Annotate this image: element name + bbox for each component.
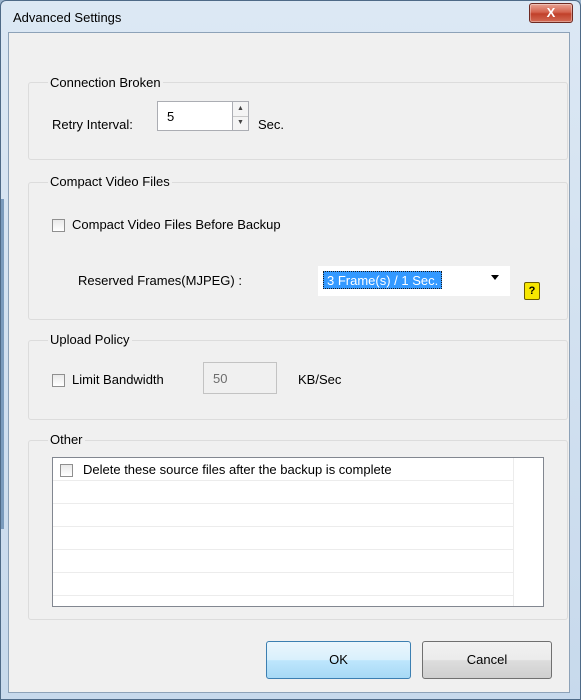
- list-item-empty: [53, 527, 513, 550]
- title-bar[interactable]: Advanced Settings X: [1, 1, 580, 33]
- limit-bandwidth-checkbox[interactable]: [52, 374, 65, 387]
- legend-connection-broken: Connection Broken: [48, 75, 163, 90]
- other-options-list[interactable]: Delete these source files after the back…: [52, 457, 544, 607]
- legend-other: Other: [48, 432, 85, 447]
- delete-source-files-checkbox[interactable]: [60, 464, 73, 477]
- reserved-frames-value: 3 Frame(s) / 1 Sec.: [323, 271, 443, 289]
- help-icon[interactable]: ?: [524, 282, 540, 300]
- limit-bandwidth-label[interactable]: Limit Bandwidth: [72, 372, 164, 387]
- chevron-up-icon[interactable]: ▲: [233, 102, 248, 117]
- retry-interval-spinner: ▲ ▼: [232, 101, 249, 131]
- close-icon: X: [546, 5, 556, 20]
- list-item-empty: [53, 573, 513, 596]
- compact-video-checkbox-label[interactable]: Compact Video Files Before Backup: [72, 217, 281, 232]
- window-title: Advanced Settings: [13, 10, 122, 25]
- retry-interval-input[interactable]: [157, 101, 233, 131]
- retry-interval-unit: Sec.: [258, 117, 285, 132]
- legend-compact-video-files: Compact Video Files: [48, 174, 172, 189]
- list-column-divider: [513, 458, 514, 606]
- reserved-frames-select[interactable]: 3 Frame(s) / 1 Sec.: [318, 266, 510, 296]
- bandwidth-unit: KB/Sec: [298, 372, 342, 387]
- reserved-frames-label: Reserved Frames(MJPEG) :: [78, 273, 242, 288]
- list-item-empty: [53, 504, 513, 527]
- group-compact-video-files: [28, 182, 568, 320]
- legend-upload-policy: Upload Policy: [48, 332, 132, 347]
- dropdown-arrow-icon[interactable]: [491, 275, 499, 280]
- close-button[interactable]: X: [529, 3, 573, 23]
- help-glyph: ?: [528, 285, 536, 297]
- list-item-empty: [53, 550, 513, 573]
- ok-button[interactable]: OK: [266, 641, 411, 679]
- retry-interval-label: Retry Interval:: [52, 117, 133, 132]
- chevron-down-icon[interactable]: ▼: [233, 116, 248, 130]
- list-item-empty: [53, 481, 513, 504]
- list-item[interactable]: Delete these source files after the back…: [53, 458, 513, 481]
- cancel-button[interactable]: Cancel: [422, 641, 552, 679]
- compact-video-checkbox[interactable]: [52, 219, 65, 232]
- bandwidth-input[interactable]: [203, 362, 277, 394]
- left-edge-strip: [1, 199, 4, 529]
- delete-source-files-label[interactable]: Delete these source files after the back…: [83, 462, 392, 477]
